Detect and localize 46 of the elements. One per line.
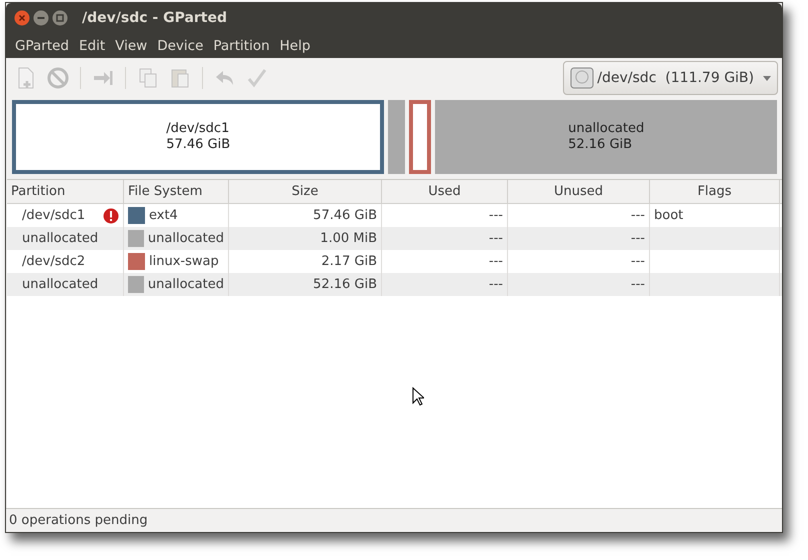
column-header[interactable]: Unused (508, 180, 650, 203)
table-cell: --- (488, 231, 503, 246)
column-header[interactable]: Size (229, 180, 382, 203)
table-cell: 2.17 GiB (321, 254, 377, 269)
table-row[interactable]: unallocated unallocated 1.00 MiB --- --- (7, 227, 782, 250)
table-cell: unallocated (148, 231, 224, 246)
table-cell: --- (630, 208, 645, 223)
caret-icon (763, 76, 771, 80)
column-header[interactable]: Used (382, 180, 508, 203)
menu-item[interactable]: Partition (208, 38, 275, 54)
menu-item[interactable]: GParted (10, 38, 74, 54)
table-cell: --- (630, 277, 645, 292)
table-cell: 1.00 MiB (320, 231, 377, 246)
partition-segment[interactable]: /dev/sdc1 57.46 GiB (12, 100, 384, 174)
column-header[interactable]: Partition (7, 180, 124, 203)
table-cell: boot (654, 208, 684, 223)
partition-segment[interactable] (408, 100, 432, 174)
table-cell: linux-swap (149, 254, 219, 269)
table-cell: ext4 (149, 208, 178, 223)
menu-item[interactable]: View (110, 38, 152, 54)
table-cell: unallocated (148, 277, 224, 292)
column-header[interactable]: File System (124, 180, 229, 203)
device-dropdown[interactable]: /dev/sdc (111.79 GiB) (563, 61, 778, 95)
minimize-icon[interactable] (33, 10, 49, 26)
table-cell: --- (488, 277, 503, 292)
table-row[interactable]: unallocated unallocated 52.16 GiB --- --- (7, 273, 782, 296)
table-cell: /dev/sdc1 (22, 208, 86, 223)
status-text: 0 operations pending (9, 513, 148, 528)
table-cell: --- (630, 254, 645, 269)
column-header[interactable]: Flags (650, 180, 780, 203)
mouse-pointer-icon (412, 387, 424, 406)
table-cell: --- (488, 254, 503, 269)
table-cell: 57.46 GiB (313, 208, 377, 223)
table-cell: 52.16 GiB (313, 277, 377, 292)
close-icon[interactable] (14, 10, 30, 26)
maximize-icon[interactable] (52, 10, 68, 26)
table-cell: /dev/sdc2 (22, 254, 86, 269)
menu-item[interactable]: Help (274, 38, 316, 54)
table-cell: --- (630, 231, 645, 246)
table-cell: --- (488, 208, 503, 223)
partition-segment[interactable]: unallocated 52.16 GiB (435, 100, 777, 174)
window-title: /dev/sdc - GParted (82, 10, 228, 26)
menu-item[interactable]: Device (152, 38, 208, 54)
table-cell: unallocated (22, 277, 98, 292)
menu-item[interactable]: Edit (74, 38, 110, 54)
table-cell: unallocated (22, 231, 98, 246)
